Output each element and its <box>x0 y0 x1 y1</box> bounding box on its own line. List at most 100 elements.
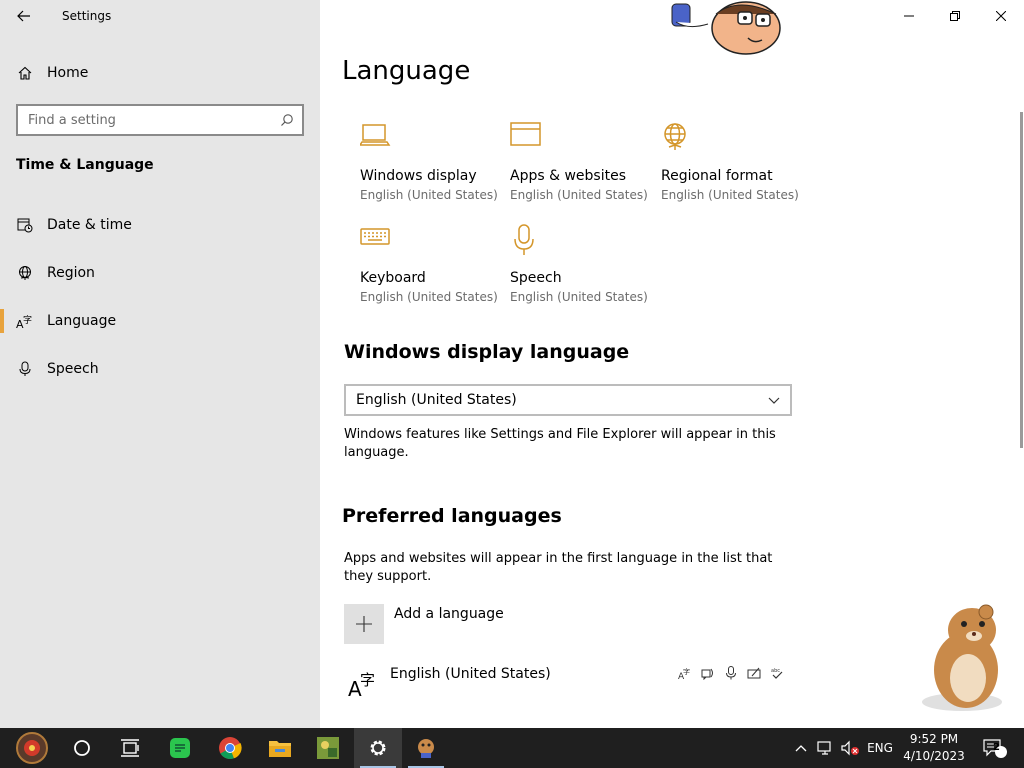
display-language-heading: Windows display language <box>344 341 630 363</box>
handwriting-feature-icon <box>745 664 763 682</box>
taskbar: ENG 9:52 PM 4/10/2023 2 <box>0 728 1024 768</box>
volume-muted-icon <box>841 740 859 756</box>
minimize-icon <box>904 15 914 17</box>
show-hidden-icons-button[interactable] <box>790 728 812 768</box>
search-icon[interactable] <box>280 113 294 127</box>
clock-date: 4/10/2023 <box>903 749 965 763</box>
microphone-icon <box>16 360 34 378</box>
scrollbar[interactable] <box>1020 112 1023 448</box>
sidebar-item-speech[interactable]: Speech <box>16 357 316 381</box>
taskbar-app-game[interactable] <box>304 728 352 768</box>
action-center-button[interactable]: 2 <box>978 728 1012 768</box>
clock[interactable]: 9:52 PM 4/10/2023 <box>898 731 970 765</box>
hamster-mascot-image <box>922 604 1002 711</box>
microphone-icon <box>514 224 534 255</box>
network-button[interactable] <box>814 728 836 768</box>
add-language-label: Add a language <box>394 606 504 622</box>
circle-search-icon <box>74 740 90 756</box>
gear-icon <box>370 740 386 756</box>
tile-sub: English (United States) <box>360 188 498 202</box>
clock-time: 9:52 PM <box>909 732 959 746</box>
svg-text:字: 字 <box>683 667 690 676</box>
display-language-feature-icon: A字 <box>676 664 694 682</box>
chevron-down-icon <box>768 397 780 404</box>
input-language-label: ENG <box>867 741 893 755</box>
tile-keyboard[interactable]: Keyboard English (United States) <box>360 224 500 304</box>
back-button[interactable] <box>14 6 34 26</box>
tile-apps-websites[interactable]: Apps & websites English (United States) <box>510 122 650 202</box>
sidebar-item-region[interactable]: Region <box>16 261 316 285</box>
plus-icon <box>344 604 384 644</box>
section-title: Time & Language <box>16 157 154 173</box>
restore-icon <box>950 11 960 21</box>
tile-regional-format[interactable]: Regional format English (United States) <box>661 122 801 202</box>
tile-label: Speech <box>510 270 562 286</box>
sidebar-item-label: Date & time <box>47 217 132 233</box>
mascot-app-icon <box>418 739 434 758</box>
volume-button[interactable] <box>838 728 862 768</box>
tile-sub: English (United States) <box>661 188 799 202</box>
game-app-icon <box>317 737 339 759</box>
text-to-speech-feature-icon <box>699 664 717 682</box>
laptop-icon <box>358 124 391 146</box>
start-orb-icon <box>16 732 48 764</box>
tile-label: Regional format <box>661 168 773 184</box>
restore-button[interactable] <box>932 0 978 32</box>
keyboard-icon <box>360 228 390 245</box>
language-name: English (United States) <box>390 666 551 682</box>
language-features: A字 abc <box>676 664 786 682</box>
globe-icon <box>16 264 34 282</box>
tile-label: Apps & websites <box>510 168 626 184</box>
taskbar-app-mascot[interactable] <box>402 728 450 768</box>
display-language-dropdown[interactable]: English (United States) <box>344 384 792 416</box>
tile-label: Keyboard <box>360 270 426 286</box>
notes-app-icon <box>170 738 190 758</box>
network-icon <box>817 741 831 755</box>
page-title: Language <box>342 56 471 86</box>
folder-icon <box>269 741 291 757</box>
svg-text:字: 字 <box>360 671 375 689</box>
start-button[interactable] <box>8 728 56 768</box>
tile-sub: English (United States) <box>360 290 498 304</box>
speech-recognition-feature-icon <box>722 664 740 682</box>
tile-windows-display[interactable]: Windows display English (United States) <box>358 122 500 202</box>
minimize-button[interactable] <box>886 0 932 32</box>
task-view-button[interactable] <box>106 728 154 768</box>
home-nav-item[interactable]: Home <box>16 62 88 84</box>
close-button[interactable] <box>978 0 1024 32</box>
app-title: Settings <box>62 9 112 23</box>
tile-label: Windows display <box>360 168 477 184</box>
home-label: Home <box>47 65 89 81</box>
add-language-button[interactable]: Add a language <box>344 604 504 644</box>
arrow-left-icon <box>17 10 30 22</box>
taskbar-app-file-explorer[interactable] <box>256 728 304 768</box>
tile-sub: English (United States) <box>510 188 648 202</box>
task-view-icon <box>121 739 139 757</box>
taskbar-app-chrome[interactable] <box>206 728 254 768</box>
notification-count: 2 <box>993 742 1000 753</box>
chevron-up-icon <box>795 745 807 752</box>
mascot-character-image <box>671 1 781 55</box>
cortana-button[interactable] <box>58 728 106 768</box>
sidebar-item-language[interactable]: A字 Language <box>0 309 316 333</box>
tile-speech[interactable]: Speech English (United States) <box>510 224 650 304</box>
preferred-languages-description: Apps and websites will appear in the fir… <box>344 551 773 584</box>
language-list-item[interactable]: A字 English (United States) A字 abc <box>344 662 784 702</box>
window-icon <box>510 122 541 146</box>
sidebar-item-label: Speech <box>47 361 99 377</box>
chrome-icon <box>219 737 242 760</box>
sidebar-item-date-time[interactable]: Date & time <box>16 213 316 237</box>
input-language-button[interactable]: ENG <box>864 728 896 768</box>
svg-text:字: 字 <box>23 314 32 326</box>
close-icon <box>996 11 1006 21</box>
display-language-description: Windows features like Settings and File … <box>344 427 776 460</box>
search-input[interactable] <box>18 106 268 134</box>
taskbar-app-settings[interactable] <box>354 728 402 768</box>
preferred-languages-heading: Preferred languages <box>342 505 562 527</box>
sidebar: Settings Home Time & Language Date & tim… <box>0 0 320 728</box>
search-box <box>16 104 304 136</box>
taskbar-app-notes[interactable] <box>156 728 204 768</box>
window-controls <box>886 0 1024 32</box>
sidebar-item-label: Language <box>47 313 117 329</box>
svg-text:abc: abc <box>771 668 780 674</box>
